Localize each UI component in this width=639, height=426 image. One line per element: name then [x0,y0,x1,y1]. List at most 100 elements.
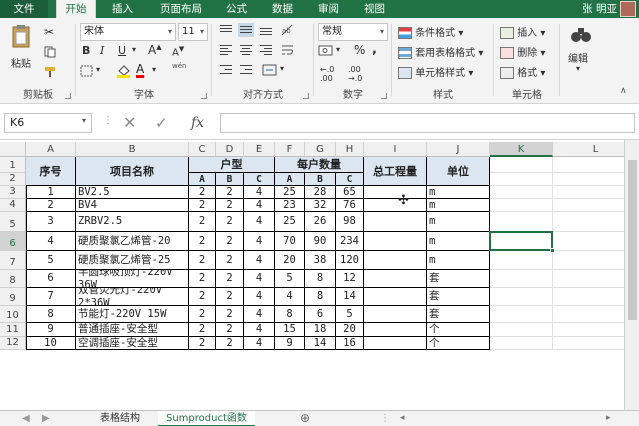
row-header-3[interactable]: 3 [0,186,26,199]
table-cell[interactable]: 2 [216,251,244,270]
subheader-count[interactable]: A [275,173,305,186]
align-middle-icon[interactable] [238,23,254,37]
row-header-1[interactable]: 1 [0,157,26,173]
header-per-house[interactable]: 每户数量 [275,157,364,173]
align-center-icon[interactable] [238,43,254,57]
align-top-icon[interactable] [218,23,234,37]
column-header-G[interactable]: G [305,142,336,157]
table-cell[interactable]: 2 [216,199,244,212]
table-cell[interactable]: 个 [427,337,490,350]
sheet-nav-next-icon[interactable]: ▶ [42,411,50,426]
table-cell[interactable]: 2 [216,337,244,350]
percent-button[interactable]: % [354,43,365,57]
row-header-10[interactable]: 10 [0,306,26,323]
table-cell[interactable]: 硬质聚氯乙烯管-20 [76,232,189,251]
column-header-I[interactable]: I [364,142,427,157]
table-cell[interactable]: 空调插座-安全型 [76,337,189,350]
table-cell[interactable]: 套 [427,270,490,288]
name-box[interactable]: K6 [4,113,92,133]
align-bottom-icon[interactable] [258,23,274,37]
alignment-launcher-icon[interactable] [303,93,309,99]
table-cell[interactable]: 2 [216,212,244,232]
row-header-6[interactable]: 6 [0,232,26,251]
table-cell[interactable]: 25 [275,186,305,199]
table-cell[interactable]: 120 [336,251,364,270]
decrease-indent-icon[interactable] [218,63,234,77]
table-cell[interactable]: 23 [275,199,305,212]
table-cell[interactable] [364,306,427,323]
table-cell[interactable] [364,232,427,251]
active-cell-selection[interactable] [489,231,553,251]
chevron-down-icon[interactable]: ▾ [152,65,156,74]
table-cell[interactable] [364,323,427,337]
header-seq[interactable]: 序号 [26,157,76,186]
paste-button[interactable]: 粘贴 [8,24,34,70]
table-cell[interactable]: 3 [26,212,76,232]
table-cell[interactable]: m [427,199,490,212]
table-cell[interactable]: 4 [244,337,275,350]
clipboard-launcher-icon[interactable] [65,93,71,99]
table-cell[interactable] [364,337,427,350]
table-cell[interactable]: ZRBV2.5 [76,212,189,232]
table-cell[interactable]: 2 [189,337,216,350]
enter-icon[interactable]: ✓ [155,113,168,133]
table-cell[interactable]: 20 [275,251,305,270]
table-cell[interactable]: 2 [189,212,216,232]
tab-insert[interactable]: 插入 [112,0,133,18]
tab-review[interactable]: 审阅 [318,0,339,18]
table-cell[interactable]: 套 [427,288,490,306]
table-cell[interactable]: 76 [336,199,364,212]
formula-input[interactable] [220,113,635,133]
table-cell[interactable] [364,288,427,306]
table-cell[interactable]: 5 [275,270,305,288]
table-cell[interactable]: 234 [336,232,364,251]
sheet-nav-prev-icon[interactable]: ◀ [22,411,30,426]
text-orientation-icon[interactable]: ab [280,23,296,40]
table-cell[interactable]: 6 [26,270,76,288]
table-cell[interactable]: 18 [305,323,336,337]
table-cell[interactable] [364,270,427,288]
table-cell[interactable]: 硬质聚氯乙烯管-25 [76,251,189,270]
table-cell[interactable] [364,251,427,270]
subheader-type[interactable]: C [244,173,275,186]
table-cell[interactable]: 4 [244,186,275,199]
avatar[interactable] [620,1,636,17]
table-cell[interactable]: 9 [26,323,76,337]
table-cell[interactable]: 2 [189,251,216,270]
format-painter-icon[interactable] [44,66,58,81]
table-cell[interactable]: 4 [244,306,275,323]
delete-cells-button[interactable]: 删除 ▾ [500,44,545,59]
increase-decimal-icon[interactable]: ←.0.00 [320,65,334,83]
underline-button[interactable]: U [118,44,126,57]
table-cell[interactable] [364,186,427,199]
hscroll-left-icon[interactable]: ◂ [400,411,405,426]
table-cell[interactable]: BV2.5 [76,186,189,199]
font-grow-button[interactable]: A▲ [148,43,162,57]
font-shrink-button[interactable]: A▼ [172,45,184,58]
tab-formulas[interactable]: 公式 [226,0,247,18]
table-cell[interactable]: 14 [305,337,336,350]
header-name[interactable]: 项目名称 [76,157,189,186]
table-cell[interactable]: 38 [305,251,336,270]
table-cell[interactable]: 节能灯-220V 15W [76,306,189,323]
table-cell[interactable]: 2 [189,199,216,212]
subheader-count[interactable]: B [305,173,336,186]
number-format-select[interactable]: 常规 ▾ [318,23,388,41]
table-cell[interactable]: 25 [275,212,305,232]
insert-function-button[interactable]: fx [191,113,204,133]
table-cell[interactable]: m [427,186,490,199]
select-all-corner[interactable] [0,142,26,157]
header-house-type[interactable]: 户型 [189,157,275,173]
row-header-7[interactable]: 7 [0,251,26,270]
comma-button[interactable]: , [372,42,377,57]
chevron-down-icon[interactable]: ▾ [132,45,136,54]
column-header-B[interactable]: B [76,142,189,157]
wrap-text-icon[interactable] [280,43,296,60]
table-cell[interactable]: 65 [336,186,364,199]
column-header-F[interactable]: F [275,142,305,157]
table-cell[interactable]: 90 [305,232,336,251]
subheader-count[interactable]: C [336,173,364,186]
table-cell[interactable]: 12 [336,270,364,288]
table-cell[interactable]: 5 [336,306,364,323]
table-cell[interactable]: 2 [189,306,216,323]
